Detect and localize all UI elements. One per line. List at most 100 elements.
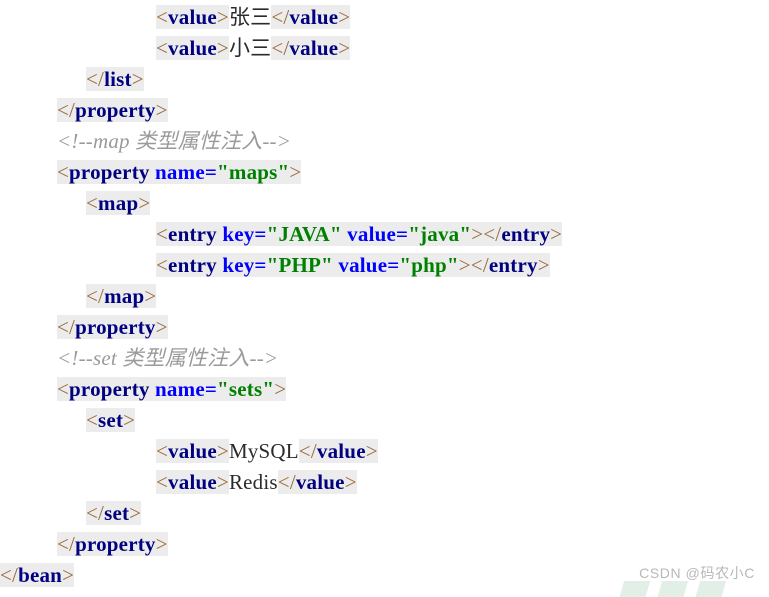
code-token-val: "php" xyxy=(399,253,459,277)
code-token-brk: < xyxy=(57,377,70,401)
csdn-watermark: CSDN @码农小C xyxy=(639,565,755,581)
code-token-txt: Redis xyxy=(228,470,278,494)
code-token-brk: > xyxy=(274,377,287,401)
code-token-brk: > xyxy=(216,439,229,463)
code-token-brk: > xyxy=(365,439,378,463)
code-token-brk: > xyxy=(138,191,151,215)
code-token-brk: </ xyxy=(86,67,105,91)
code-token-brk: > xyxy=(458,253,471,277)
code-token-tag: value xyxy=(295,470,345,494)
code-token-attr: value= xyxy=(347,222,409,246)
code-line: <entry key="PHP" value="php"></entry> xyxy=(0,250,769,281)
code-token-brk: < xyxy=(86,191,99,215)
code-token-brk: > xyxy=(155,532,168,556)
code-token-brk: > xyxy=(144,284,157,308)
code-token-brk: > xyxy=(216,5,229,29)
code-token-txt: 张三 xyxy=(228,5,272,29)
code-line: <set> xyxy=(0,405,769,436)
code-token-brk: </ xyxy=(271,36,290,60)
code-token-val: "java" xyxy=(408,222,472,246)
code-token-brk: </ xyxy=(277,470,296,494)
code-token-tag: value xyxy=(168,439,217,463)
code-line: </set> xyxy=(0,498,769,529)
code-line: <value>Redis</value> xyxy=(0,467,769,498)
code-token-brk: </ xyxy=(57,532,76,556)
code-token-brk: > xyxy=(216,470,229,494)
code-line: <entry key="JAVA" value="java"></entry> xyxy=(0,219,769,250)
code-token-tag: value xyxy=(289,5,339,29)
code-line: <map> xyxy=(0,188,769,219)
code-line: <property name="sets"> xyxy=(0,374,769,405)
code-token-tag: map xyxy=(104,284,145,308)
code-token-tag: entry xyxy=(168,222,217,246)
code-token-brk: < xyxy=(156,253,169,277)
code-line: </property> xyxy=(0,95,769,126)
code-token-attr: name= xyxy=(155,160,218,184)
code-token-txt: 小三 xyxy=(228,36,272,60)
code-line: <!--set 类型属性注入--> xyxy=(0,343,769,374)
code-token-tag: value xyxy=(168,36,217,60)
code-token-tag: bean xyxy=(18,563,63,587)
code-token-attr: value= xyxy=(338,253,400,277)
code-token-brk: > xyxy=(123,408,136,432)
code-token-attr: key= xyxy=(222,222,267,246)
code-token-brk: > xyxy=(550,222,563,246)
code-token-brk: > xyxy=(62,563,75,587)
code-token-tag: property xyxy=(75,532,156,556)
code-token-val: "sets" xyxy=(217,377,275,401)
code-token-brk: < xyxy=(156,36,169,60)
code-token-brk: > xyxy=(155,315,168,339)
code-token-brk: </ xyxy=(298,439,317,463)
code-token-brk: > xyxy=(471,222,484,246)
code-token-brk: > xyxy=(289,160,302,184)
code-token-val: "JAVA" xyxy=(266,222,342,246)
watermark-decoration xyxy=(601,581,751,597)
code-token-tag: property xyxy=(75,315,156,339)
code-token-tag: set xyxy=(98,408,124,432)
code-token-brk: </ xyxy=(0,563,19,587)
code-token-tag: entry xyxy=(501,222,551,246)
code-token-brk: > xyxy=(537,253,550,277)
code-token-brk: < xyxy=(57,160,70,184)
code-token-attr: name= xyxy=(155,377,218,401)
code-token-tag: property xyxy=(75,98,156,122)
code-token-brk: > xyxy=(131,67,144,91)
code-token-brk: < xyxy=(156,439,169,463)
code-line: </list> xyxy=(0,64,769,95)
code-token-txt: MySQL xyxy=(228,439,299,463)
code-token-brk: < xyxy=(86,408,99,432)
code-token-brk: > xyxy=(338,5,351,29)
code-token-tag: value xyxy=(316,439,366,463)
code-token-brk: </ xyxy=(57,315,76,339)
code-token-tag: entry xyxy=(488,253,538,277)
code-line: <value>张三</value> xyxy=(0,2,769,33)
code-token-brk: > xyxy=(216,36,229,60)
code-line: <value>小三</value> xyxy=(0,33,769,64)
watermark-deco-shape xyxy=(693,581,727,597)
code-line: </property> xyxy=(0,312,769,343)
code-block: <value>张三</value> <value>小三</value> </list… xyxy=(0,0,769,591)
code-token-brk: > xyxy=(338,36,351,60)
code-token-cmt: <!--map 类型属性注入--> xyxy=(57,129,292,153)
code-token-brk: </ xyxy=(57,98,76,122)
code-token-tag: entry xyxy=(168,253,217,277)
code-token-brk: < xyxy=(156,470,169,494)
watermark-deco-shape xyxy=(617,581,651,597)
code-line: </map> xyxy=(0,281,769,312)
code-token-brk: </ xyxy=(86,284,105,308)
code-token-brk: < xyxy=(156,222,169,246)
code-token-tag: property xyxy=(69,160,150,184)
code-token-brk: > xyxy=(344,470,357,494)
code-token-brk: </ xyxy=(271,5,290,29)
code-token-tag: value xyxy=(289,36,339,60)
code-token-tag: value xyxy=(168,470,217,494)
code-token-tag: list xyxy=(104,67,132,91)
code-token-brk: > xyxy=(129,501,142,525)
code-token-tag: property xyxy=(69,377,150,401)
code-token-brk: < xyxy=(156,5,169,29)
code-token-brk: </ xyxy=(470,253,489,277)
code-line: <property name="maps"> xyxy=(0,157,769,188)
code-token-tag: value xyxy=(168,5,217,29)
code-token-cmt: <!--set 类型属性注入--> xyxy=(57,346,279,370)
code-token-val: "maps" xyxy=(217,160,290,184)
